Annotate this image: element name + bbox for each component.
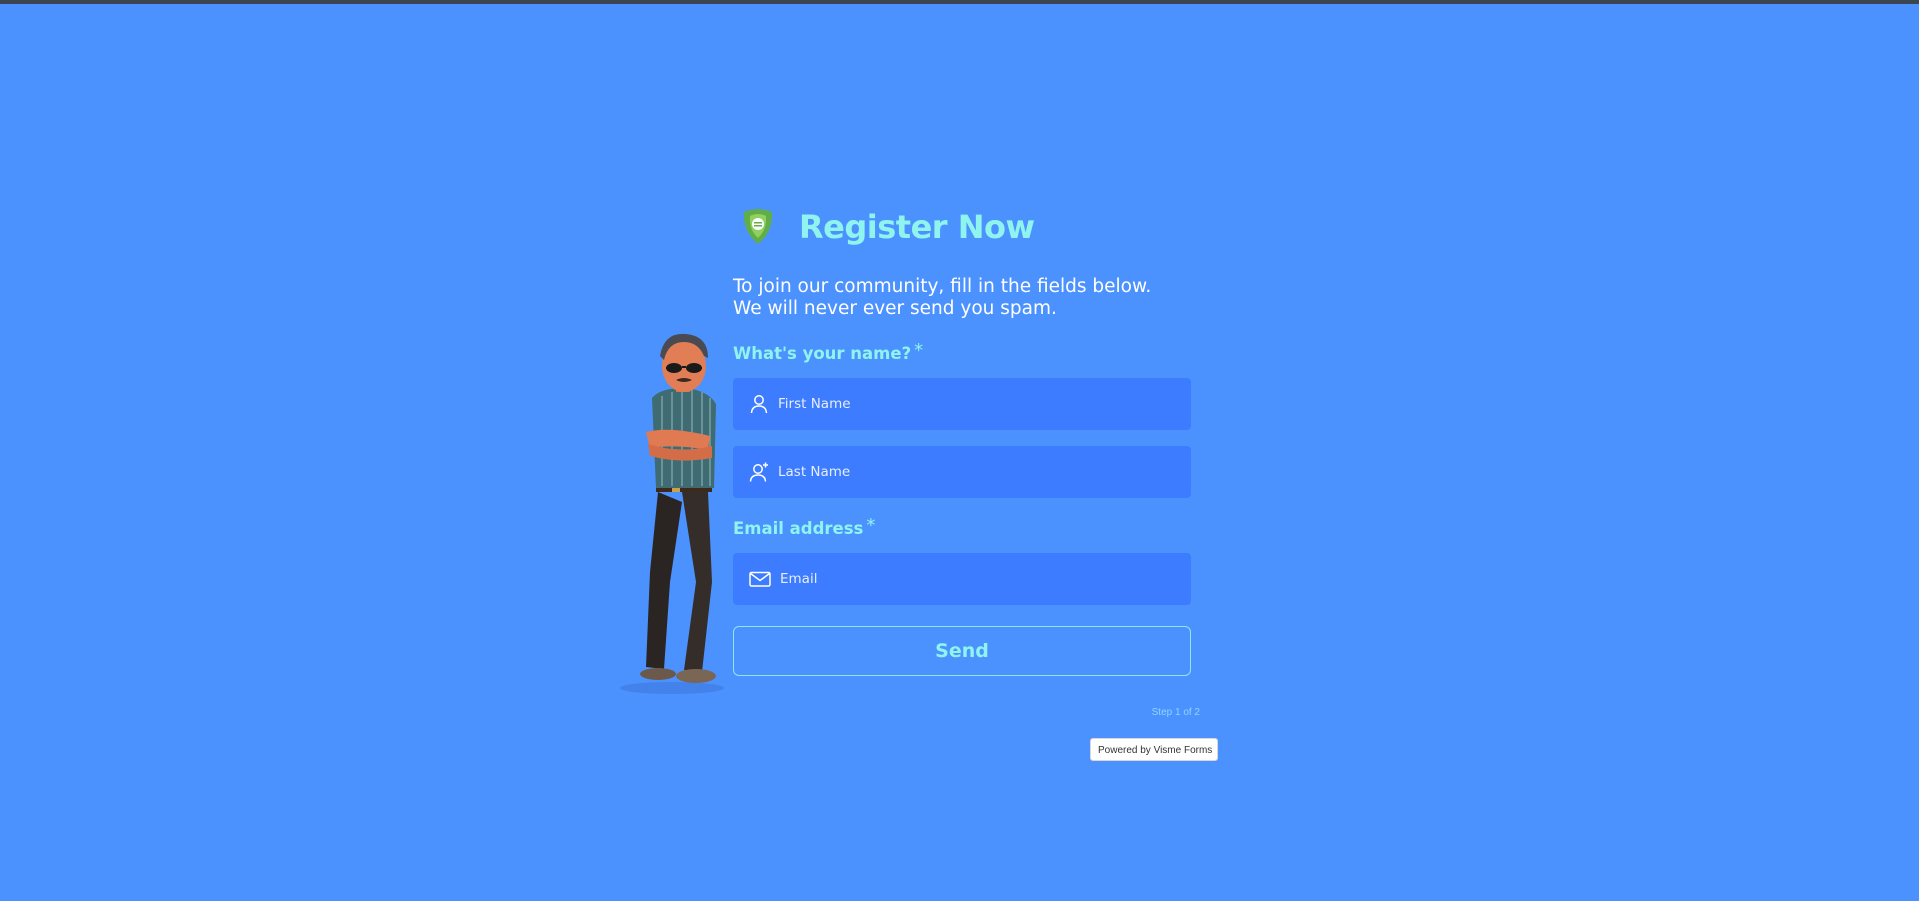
intro-text: To join our community, fill in the field… — [733, 276, 1203, 320]
email-input[interactable] — [780, 571, 1180, 587]
email-label: Email address * — [733, 515, 876, 539]
email-field[interactable] — [733, 553, 1191, 605]
name-label-text: What's your name? — [733, 344, 912, 363]
step-indicator: Step 1 of 2 — [1151, 707, 1200, 718]
required-marker: * — [914, 340, 924, 361]
window-top-bar — [0, 0, 1919, 4]
email-label-text: Email address — [733, 519, 864, 538]
name-label: What's your name? * — [733, 340, 924, 364]
intro-line-1: To join our community, fill in the field… — [733, 276, 1152, 297]
powered-by-badge[interactable]: Powered by Visme Forms — [1090, 738, 1219, 761]
character-illustration — [620, 333, 724, 694]
envelope-icon — [749, 571, 771, 587]
shield-logo-icon — [743, 209, 773, 244]
last-name-field[interactable] — [733, 446, 1191, 498]
required-marker: * — [866, 515, 876, 536]
first-name-field[interactable] — [733, 378, 1191, 430]
page-title: Register Now — [799, 208, 1035, 246]
intro-line-2: We will never ever send you spam. — [733, 298, 1057, 319]
send-button[interactable]: Send — [733, 626, 1191, 676]
last-name-input[interactable] — [778, 464, 1178, 480]
user-icon — [750, 395, 768, 414]
user-plus-icon — [749, 462, 768, 482]
first-name-input[interactable] — [778, 396, 1178, 412]
